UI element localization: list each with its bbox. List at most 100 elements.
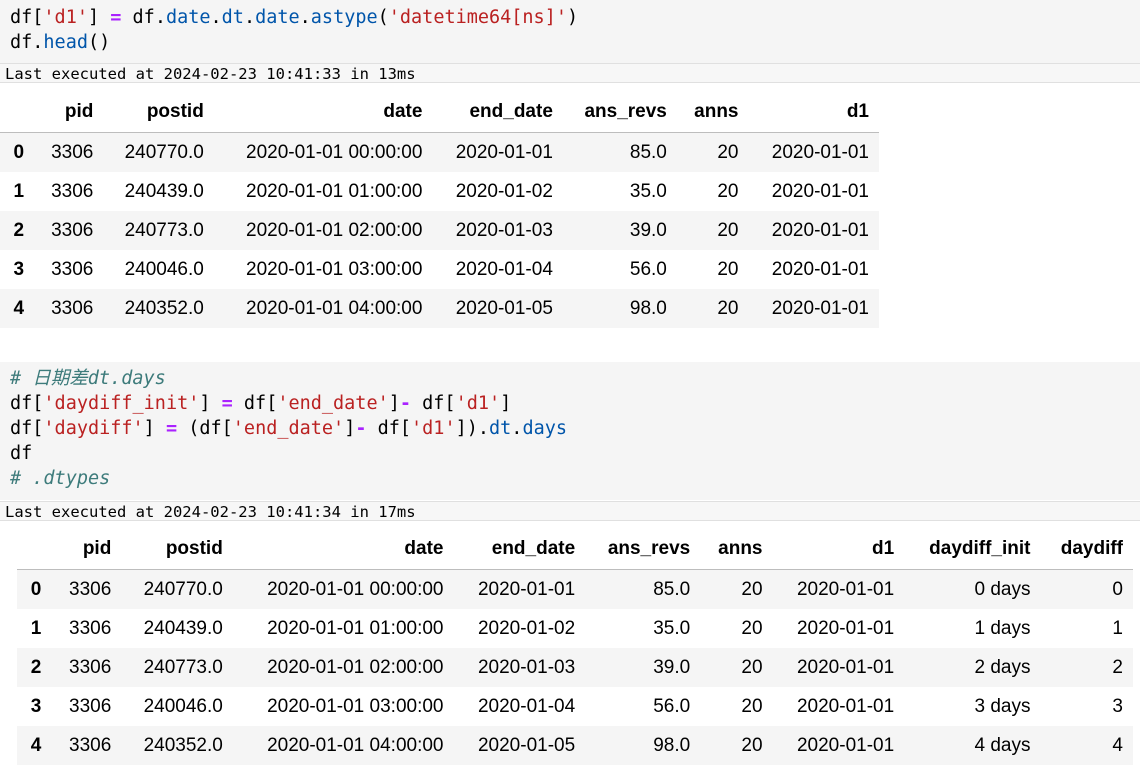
- table-cell: 3306: [69, 617, 112, 639]
- table-cell: 2020-01-01 01:00:00: [267, 617, 444, 639]
- table-cell: 2020-01-05: [455, 297, 553, 319]
- table-cell: 39.0: [653, 656, 691, 678]
- table-cell: 2020-01-01: [796, 578, 895, 600]
- table-cell: 2020-01-01 04:00:00: [246, 297, 423, 319]
- table-cell: 2020-01-01 01:00:00: [246, 180, 423, 202]
- table-cell: 20: [741, 695, 763, 717]
- table-cell: 2020-01-01: [771, 180, 869, 202]
- table-header-row: pid postid date end_date ans_revs anns d…: [17, 529, 1133, 570]
- code-line: df: [10, 443, 33, 464]
- table-cell: 35.0: [629, 180, 667, 202]
- row-index: 1: [30, 617, 42, 639]
- dataframe-output-1: pid postid date end_date ans_revs anns d…: [0, 92, 879, 328]
- row-index: 3: [30, 695, 42, 717]
- row-index: 0: [13, 141, 25, 163]
- table-cell: 2020-01-05: [477, 734, 576, 756]
- table-cell: 2 days: [974, 656, 1031, 678]
- table-cell: 3306: [51, 180, 94, 202]
- table-cell: 1: [1112, 617, 1123, 639]
- table-row: 4 3306 240352.0 2020-01-01 04:00:00 2020…: [0, 289, 879, 328]
- table-row: 0 3306 240770.0 2020-01-01 00:00:00 2020…: [17, 569, 1133, 609]
- row-index: 3: [13, 258, 25, 280]
- row-index: 2: [30, 656, 42, 678]
- table-cell: 2020-01-01 00:00:00: [267, 578, 444, 600]
- table-cell: 2020-01-01 02:00:00: [267, 656, 444, 678]
- column-header: anns: [676, 92, 749, 133]
- execution-status: Last executed at 2024-02-23 10:41:34 in …: [0, 501, 1140, 521]
- column-header: [17, 529, 52, 570]
- column-header: pid: [34, 92, 104, 133]
- table-cell: 2020-01-01 00:00:00: [246, 141, 423, 163]
- table-cell: 56.0: [653, 695, 691, 717]
- table-cell: 2020-01-01: [455, 141, 553, 163]
- column-header: anns: [700, 529, 773, 570]
- table-cell: 240352.0: [143, 734, 223, 756]
- row-index: 1: [13, 180, 25, 202]
- table-cell: 85.0: [629, 141, 667, 163]
- table-cell: 2020-01-01: [771, 219, 869, 241]
- table-row: 2 3306 240773.0 2020-01-01 02:00:00 2020…: [0, 211, 879, 250]
- table-cell: 2020-01-04: [455, 258, 553, 280]
- table-cell: 2020-01-01: [771, 141, 869, 163]
- table-cell: 20: [741, 578, 763, 600]
- column-header: postid: [103, 92, 214, 133]
- table-cell: 2020-01-02: [477, 617, 576, 639]
- code-line: # .dtypes: [10, 468, 111, 489]
- column-header: daydiff: [1040, 529, 1133, 570]
- table-cell: 240439.0: [143, 617, 223, 639]
- table-cell: 85.0: [653, 578, 691, 600]
- table-cell: 35.0: [653, 617, 691, 639]
- row-index: 2: [13, 219, 25, 241]
- table-row: 3 3306 240046.0 2020-01-01 03:00:00 2020…: [0, 250, 879, 289]
- table-cell: 2020-01-01: [477, 578, 576, 600]
- table-row: 3 3306 240046.0 2020-01-01 03:00:00 2020…: [17, 687, 1133, 726]
- table-cell: 98.0: [653, 734, 691, 756]
- table-cell: 2020-01-01 03:00:00: [246, 258, 423, 280]
- table-cell: 2020-01-01: [796, 695, 895, 717]
- table-cell: 2020-01-03: [477, 656, 576, 678]
- table-cell: 3306: [69, 695, 112, 717]
- column-header: [0, 92, 35, 133]
- table-cell: 2020-01-03: [455, 219, 553, 241]
- table-cell: 3: [1112, 695, 1123, 717]
- column-header: ans_revs: [562, 92, 677, 133]
- code-line: df['daydiff'] = (df['end_date']- df['d1'…: [10, 418, 567, 439]
- column-header: daydiff_init: [904, 529, 1041, 570]
- table-cell: 56.0: [629, 258, 667, 280]
- table-cell: 3306: [51, 297, 94, 319]
- table-row: 1 3306 240439.0 2020-01-01 01:00:00 2020…: [0, 172, 879, 211]
- row-index: 4: [30, 734, 42, 756]
- table-cell: 20: [717, 297, 739, 319]
- table-cell: 0: [1112, 578, 1123, 600]
- table-cell: 3306: [51, 219, 94, 241]
- table-cell: 2020-01-01: [796, 734, 895, 756]
- column-header: end_date: [453, 529, 586, 570]
- table-cell: 39.0: [629, 219, 667, 241]
- table-cell: 4: [1112, 734, 1123, 756]
- code-cell-2[interactable]: # 日期差dt.days df['daydiff_init'] = df['en…: [0, 362, 1140, 500]
- code-cell-1[interactable]: df['d1'] = df.date.dt.date.astype('datet…: [0, 0, 1140, 63]
- table-cell: 240770.0: [143, 578, 223, 600]
- column-header: ans_revs: [585, 529, 701, 570]
- row-index: 4: [13, 297, 25, 319]
- table-cell: 240439.0: [124, 180, 204, 202]
- table-cell: 3306: [69, 656, 112, 678]
- column-header: date: [232, 529, 454, 570]
- code-line: # 日期差dt.days: [10, 368, 166, 389]
- table-cell: 20: [717, 180, 739, 202]
- table-cell: 2020-01-01 03:00:00: [267, 695, 444, 717]
- column-header: pid: [51, 529, 122, 570]
- table-cell: 240046.0: [143, 695, 223, 717]
- column-header: date: [213, 92, 433, 133]
- dataframe-output-2: pid postid date end_date ans_revs anns d…: [17, 529, 1133, 765]
- code-line: df['d1'] = df.date.dt.date.astype('datet…: [10, 7, 579, 28]
- table-row: 1 3306 240439.0 2020-01-01 01:00:00 2020…: [17, 609, 1133, 648]
- column-header: d1: [748, 92, 879, 133]
- table-cell: 20: [717, 219, 739, 241]
- table-cell: 4 days: [974, 734, 1031, 756]
- table-cell: 3306: [51, 141, 94, 163]
- table-cell: 0 days: [974, 578, 1031, 600]
- column-header: postid: [121, 529, 233, 570]
- table-cell: 2020-01-01 04:00:00: [267, 734, 444, 756]
- table-cell: 2020-01-01: [796, 656, 895, 678]
